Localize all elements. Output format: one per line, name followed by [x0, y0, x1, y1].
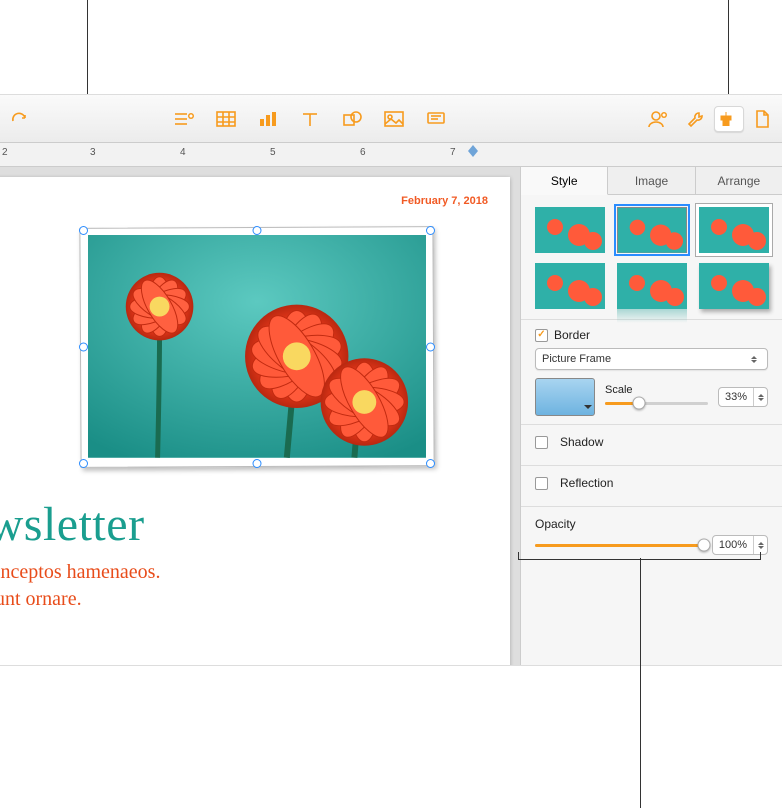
- shadow-label: Shadow: [560, 435, 603, 449]
- ruler: 2 3 4 5 6 7: [0, 143, 782, 167]
- ruler-mark: 6: [360, 147, 366, 158]
- page: February 7, 2018: [0, 177, 510, 665]
- selected-image[interactable]: [80, 227, 434, 467]
- reflection-label: Reflection: [560, 476, 613, 490]
- resize-handle[interactable]: [426, 459, 435, 468]
- border-checkbox[interactable]: [535, 329, 548, 342]
- style-preset[interactable]: [699, 263, 769, 309]
- ruler-mark: 3: [90, 147, 96, 158]
- reflection-section: Reflection: [521, 465, 782, 506]
- comment-icon[interactable]: [424, 108, 448, 130]
- border-section: Border Picture Frame Scale: [521, 319, 782, 424]
- format-icon[interactable]: [714, 106, 744, 132]
- tab-image[interactable]: Image: [608, 167, 695, 194]
- ruler-mark: 7: [450, 147, 456, 158]
- resize-handle[interactable]: [253, 459, 262, 468]
- body-text[interactable]: t taciti sociosqu ad per inceptos hamena…: [0, 559, 160, 613]
- border-type-select[interactable]: Picture Frame: [535, 348, 768, 370]
- media-icon[interactable]: [382, 108, 406, 130]
- tab-arrange[interactable]: Arrange: [696, 167, 782, 194]
- shadow-checkbox[interactable]: [535, 436, 548, 449]
- resize-handle[interactable]: [253, 226, 262, 235]
- resize-handle[interactable]: [426, 226, 435, 235]
- toolbar: [0, 95, 782, 143]
- insert-icon[interactable]: [172, 108, 196, 130]
- scale-label: Scale: [605, 384, 708, 396]
- shadow-section: Shadow: [521, 424, 782, 465]
- scale-stepper[interactable]: 33%: [718, 387, 768, 407]
- headline-text[interactable]: Daily Newsletter: [0, 497, 145, 552]
- opacity-slider[interactable]: [535, 538, 704, 552]
- frame-swatch[interactable]: [535, 378, 595, 416]
- callout-line-bottom: [640, 558, 641, 808]
- document-icon[interactable]: [750, 108, 774, 130]
- shape-icon[interactable]: [340, 108, 364, 130]
- ruler-mark: 5: [270, 147, 276, 158]
- style-preset[interactable]: [535, 207, 605, 253]
- chart-icon[interactable]: [256, 108, 280, 130]
- style-preset[interactable]: [617, 207, 687, 253]
- style-preset[interactable]: [617, 263, 687, 309]
- resize-handle[interactable]: [426, 343, 435, 352]
- style-preset[interactable]: [699, 207, 769, 253]
- page-date: February 7, 2018: [401, 195, 488, 207]
- reflection-checkbox[interactable]: [535, 477, 548, 490]
- chevron-updown-icon: [753, 388, 767, 406]
- opacity-label: Opacity: [535, 517, 768, 531]
- text-icon[interactable]: [298, 108, 322, 130]
- resize-handle[interactable]: [79, 459, 88, 468]
- document-canvas[interactable]: February 7, 2018: [0, 167, 520, 665]
- tools-icon[interactable]: [684, 108, 708, 130]
- ruler-mark: 4: [180, 147, 186, 158]
- app-window: 2 3 4 5 6 7 February 7, 2018: [0, 95, 782, 665]
- format-sidebar: Style Image Arrange Border: [520, 167, 782, 665]
- callout-line-right: [728, 0, 729, 98]
- ruler-mark: 2: [2, 147, 8, 158]
- chevron-updown-icon: [747, 351, 761, 367]
- tab-style[interactable]: Style: [521, 167, 608, 195]
- ruler-right-margin-icon[interactable]: [468, 145, 478, 157]
- scale-slider[interactable]: [605, 396, 708, 410]
- sidebar-tabs: Style Image Arrange: [521, 167, 782, 195]
- table-icon[interactable]: [214, 108, 238, 130]
- flower-photo: [88, 235, 426, 458]
- style-thumbnails: [521, 195, 782, 319]
- style-preset[interactable]: [535, 263, 605, 309]
- redo-icon[interactable]: [8, 108, 32, 130]
- collab-icon[interactable]: [646, 108, 670, 130]
- border-label: Border: [554, 328, 590, 342]
- resize-handle[interactable]: [79, 343, 88, 352]
- resize-handle[interactable]: [79, 226, 88, 235]
